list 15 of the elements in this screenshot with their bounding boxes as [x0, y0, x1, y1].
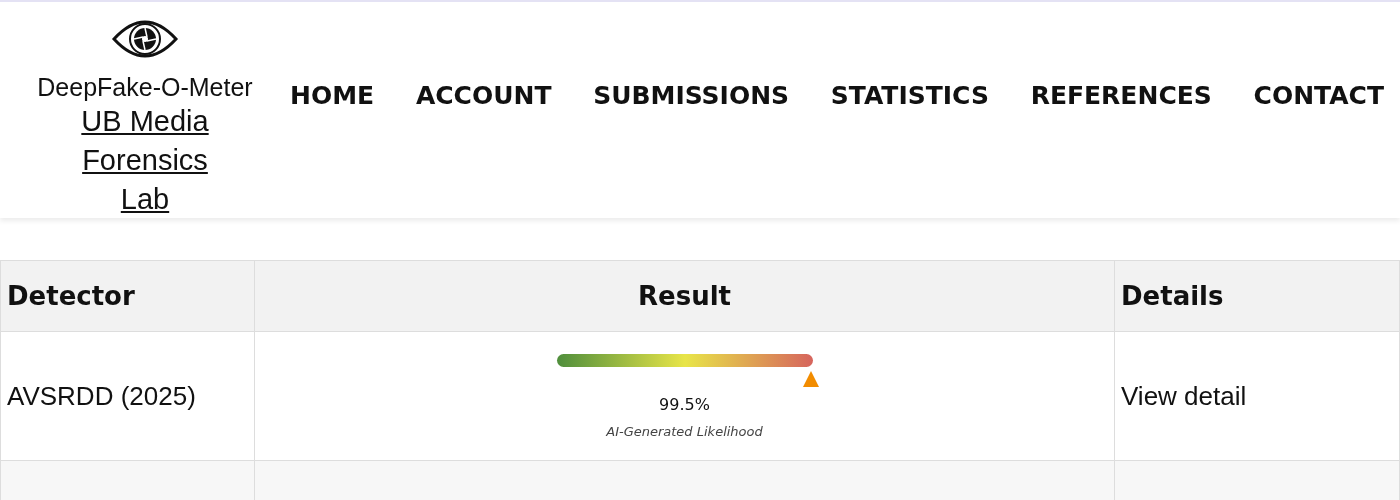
site-title: DeepFake-O-Meter — [37, 73, 253, 102]
nav-link[interactable]: CONTACT — [1253, 80, 1384, 110]
view-detail-link[interactable]: View detail — [1121, 380, 1247, 411]
nav-link[interactable]: ACCOUNT — [415, 80, 552, 110]
nav-link[interactable]: STATISTICS — [830, 80, 989, 110]
column-header: Detector — [0, 260, 255, 332]
nav-link[interactable]: SUBMISSIONS — [593, 80, 790, 110]
table-cell: AVSRDD (2025) — [0, 331, 255, 461]
nav-link[interactable]: HOME — [290, 80, 375, 110]
column-header: Result — [254, 260, 1115, 332]
column-header: Details — [1114, 260, 1400, 332]
lab-link[interactable]: UB Media Forensics Lab — [55, 102, 235, 219]
nav-link[interactable]: REFERENCES — [1030, 80, 1212, 110]
likelihood-caption: AI-Generated Likelihood — [606, 423, 763, 439]
likelihood-value: 99.5% — [659, 394, 710, 414]
